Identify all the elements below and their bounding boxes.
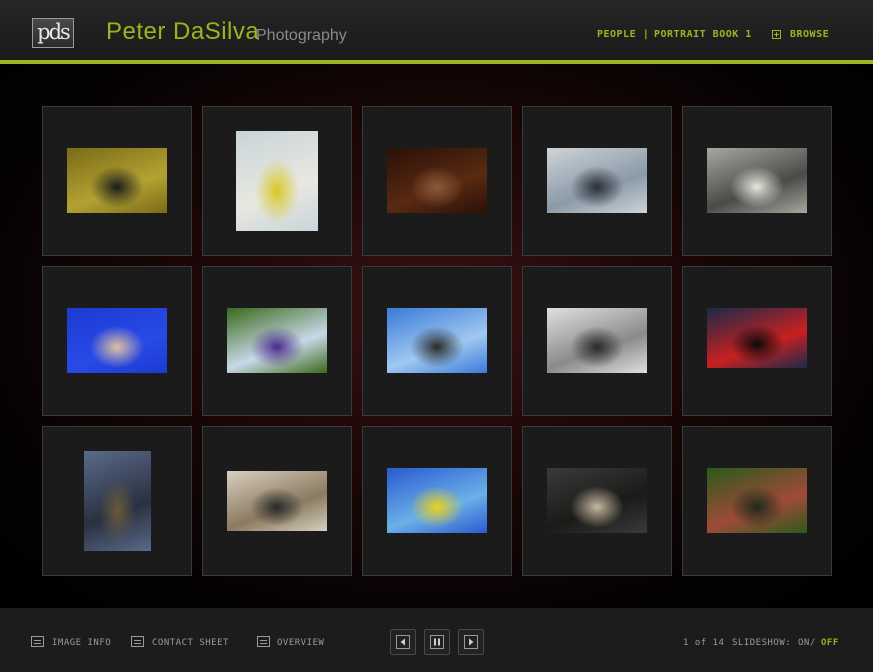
thumbnail-tile[interactable] (362, 426, 512, 576)
overview-icon[interactable] (257, 636, 270, 647)
thumbnail-tile[interactable] (42, 266, 192, 416)
breadcrumb-gallery[interactable]: PORTRAIT BOOK 1 (654, 29, 752, 40)
slideshow-label: SLIDESHOW: (732, 638, 792, 648)
thumbnail-image-woman-blue-room[interactable] (67, 308, 167, 373)
browse-plus-icon[interactable] (772, 30, 781, 39)
slideshow-off-toggle[interactable]: OFF (821, 638, 839, 648)
thumbnail-image-portrait-round-window[interactable] (67, 148, 167, 213)
thumbnail-tile[interactable] (522, 106, 672, 256)
thumbnail-image-man-chalkboard[interactable] (547, 468, 647, 533)
breadcrumb-people[interactable]: PEOPLE (597, 29, 636, 40)
overview-button[interactable]: OVERVIEW (277, 638, 324, 648)
thumbnail-image-man-hard-hat-angles[interactable] (547, 308, 647, 373)
breadcrumb-separator: | (644, 29, 648, 40)
thumbnail-tile[interactable] (682, 106, 832, 256)
image-info-icon[interactable] (31, 636, 44, 647)
thumbnail-image-man-toy-story-figures[interactable] (227, 308, 327, 373)
image-info-button[interactable]: IMAGE INFO (52, 638, 111, 648)
contact-sheet-button[interactable]: CONTACT SHEET (152, 638, 229, 648)
thumbnail-tile[interactable] (42, 426, 192, 576)
thumbnail-image-woman-white-room[interactable] (227, 471, 327, 531)
thumbnail-image-man-control-room[interactable] (707, 308, 807, 368)
thumbnail-image-man-with-machine[interactable] (707, 148, 807, 213)
thumbnail-tile[interactable] (362, 106, 512, 256)
thumbnail-tile[interactable] (202, 426, 352, 576)
next-icon (464, 635, 478, 649)
thumbnail-tile[interactable] (522, 266, 672, 416)
thumbnail-tile[interactable] (42, 106, 192, 256)
thumbnail-tile[interactable] (202, 266, 352, 416)
site-subtitle: Photography (256, 27, 347, 44)
thumbnail-image-man-on-rocks-dusk[interactable] (84, 451, 151, 551)
site-logo[interactable]: pds (32, 18, 74, 48)
thumbnail-image-three-men-corridor[interactable] (547, 148, 647, 213)
image-counter: 1 of 14 (683, 638, 725, 648)
browse-link[interactable]: BROWSE (790, 29, 829, 40)
pause-button[interactable] (424, 629, 450, 655)
thumbnail-tile[interactable] (362, 266, 512, 416)
slideshow-on-toggle[interactable]: ON/ (798, 638, 816, 648)
pause-icon (430, 635, 444, 649)
thumbnail-tile[interactable] (682, 266, 832, 416)
thumbnail-image-two-men-on-couch-birds[interactable] (236, 131, 318, 231)
thumbnail-image-cowboy-blue-sky[interactable] (387, 308, 487, 373)
thumbnail-image-yellow-bugatti[interactable] (387, 468, 487, 533)
next-button[interactable] (458, 629, 484, 655)
thumbnail-tile[interactable] (682, 426, 832, 576)
thumbnail-image-dark-interior-man[interactable] (387, 148, 487, 213)
thumbnail-tile[interactable] (522, 426, 672, 576)
thumbnail-tile[interactable] (202, 106, 352, 256)
previous-icon (396, 635, 410, 649)
thumbnail-image-man-in-bamboo[interactable] (707, 468, 807, 533)
contact-sheet-icon[interactable] (131, 636, 144, 647)
previous-button[interactable] (390, 629, 416, 655)
site-name[interactable]: Peter DaSilva (106, 18, 259, 46)
